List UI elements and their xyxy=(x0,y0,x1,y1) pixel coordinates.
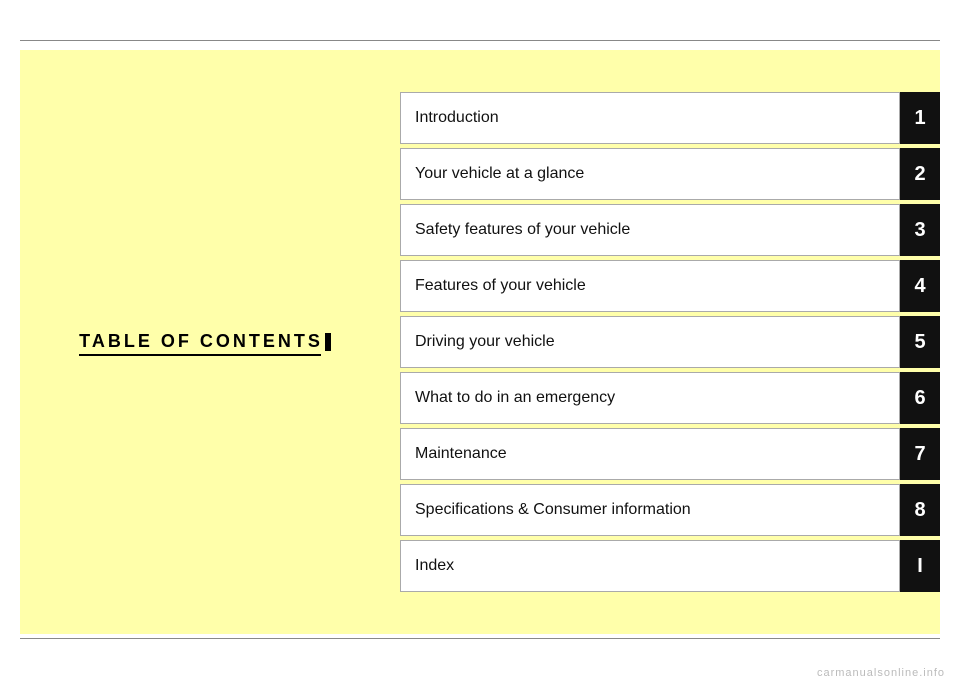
toc-item-label: What to do in an emergency xyxy=(400,372,900,424)
toc-item-number: 4 xyxy=(900,260,940,312)
toc-title: TABLE OF CONTENTS xyxy=(79,331,331,352)
toc-item[interactable]: Driving your vehicle5 xyxy=(400,316,940,368)
toc-item[interactable]: Introduction1 xyxy=(400,92,940,144)
toc-item-number: I xyxy=(900,540,940,592)
toc-item[interactable]: Features of your vehicle4 xyxy=(400,260,940,312)
toc-title-cursor xyxy=(325,333,331,351)
toc-item-number: 2 xyxy=(900,148,940,200)
toc-item-number: 6 xyxy=(900,372,940,424)
toc-item[interactable]: Your vehicle at a glance2 xyxy=(400,148,940,200)
toc-item-label: Specifications & Consumer information xyxy=(400,484,900,536)
main-content: TABLE OF CONTENTS Introduction1Your vehi… xyxy=(20,50,940,634)
top-divider xyxy=(20,40,940,41)
bottom-divider xyxy=(20,638,940,639)
toc-item[interactable]: Safety features of your vehicle3 xyxy=(400,204,940,256)
toc-item-number: 5 xyxy=(900,316,940,368)
toc-item[interactable]: What to do in an emergency6 xyxy=(400,372,940,424)
watermark: carmanualsonline.info xyxy=(817,667,945,679)
toc-item-label: Index xyxy=(400,540,900,592)
toc-item-label: Maintenance xyxy=(400,428,900,480)
toc-title-text: TABLE OF CONTENTS xyxy=(79,331,323,351)
toc-item-number: 1 xyxy=(900,92,940,144)
toc-item-label: Your vehicle at a glance xyxy=(400,148,900,200)
toc-item-number: 8 xyxy=(900,484,940,536)
toc-item-label: Driving your vehicle xyxy=(400,316,900,368)
toc-item-label: Features of your vehicle xyxy=(400,260,900,312)
left-panel: TABLE OF CONTENTS xyxy=(20,50,390,634)
toc-item-label: Introduction xyxy=(400,92,900,144)
toc-item-label: Safety features of your vehicle xyxy=(400,204,900,256)
toc-item[interactable]: IndexI xyxy=(400,540,940,592)
toc-item[interactable]: Specifications & Consumer information8 xyxy=(400,484,940,536)
toc-item-number: 7 xyxy=(900,428,940,480)
toc-item[interactable]: Maintenance7 xyxy=(400,428,940,480)
toc-item-number: 3 xyxy=(900,204,940,256)
right-panel: Introduction1Your vehicle at a glance2Sa… xyxy=(390,50,940,634)
